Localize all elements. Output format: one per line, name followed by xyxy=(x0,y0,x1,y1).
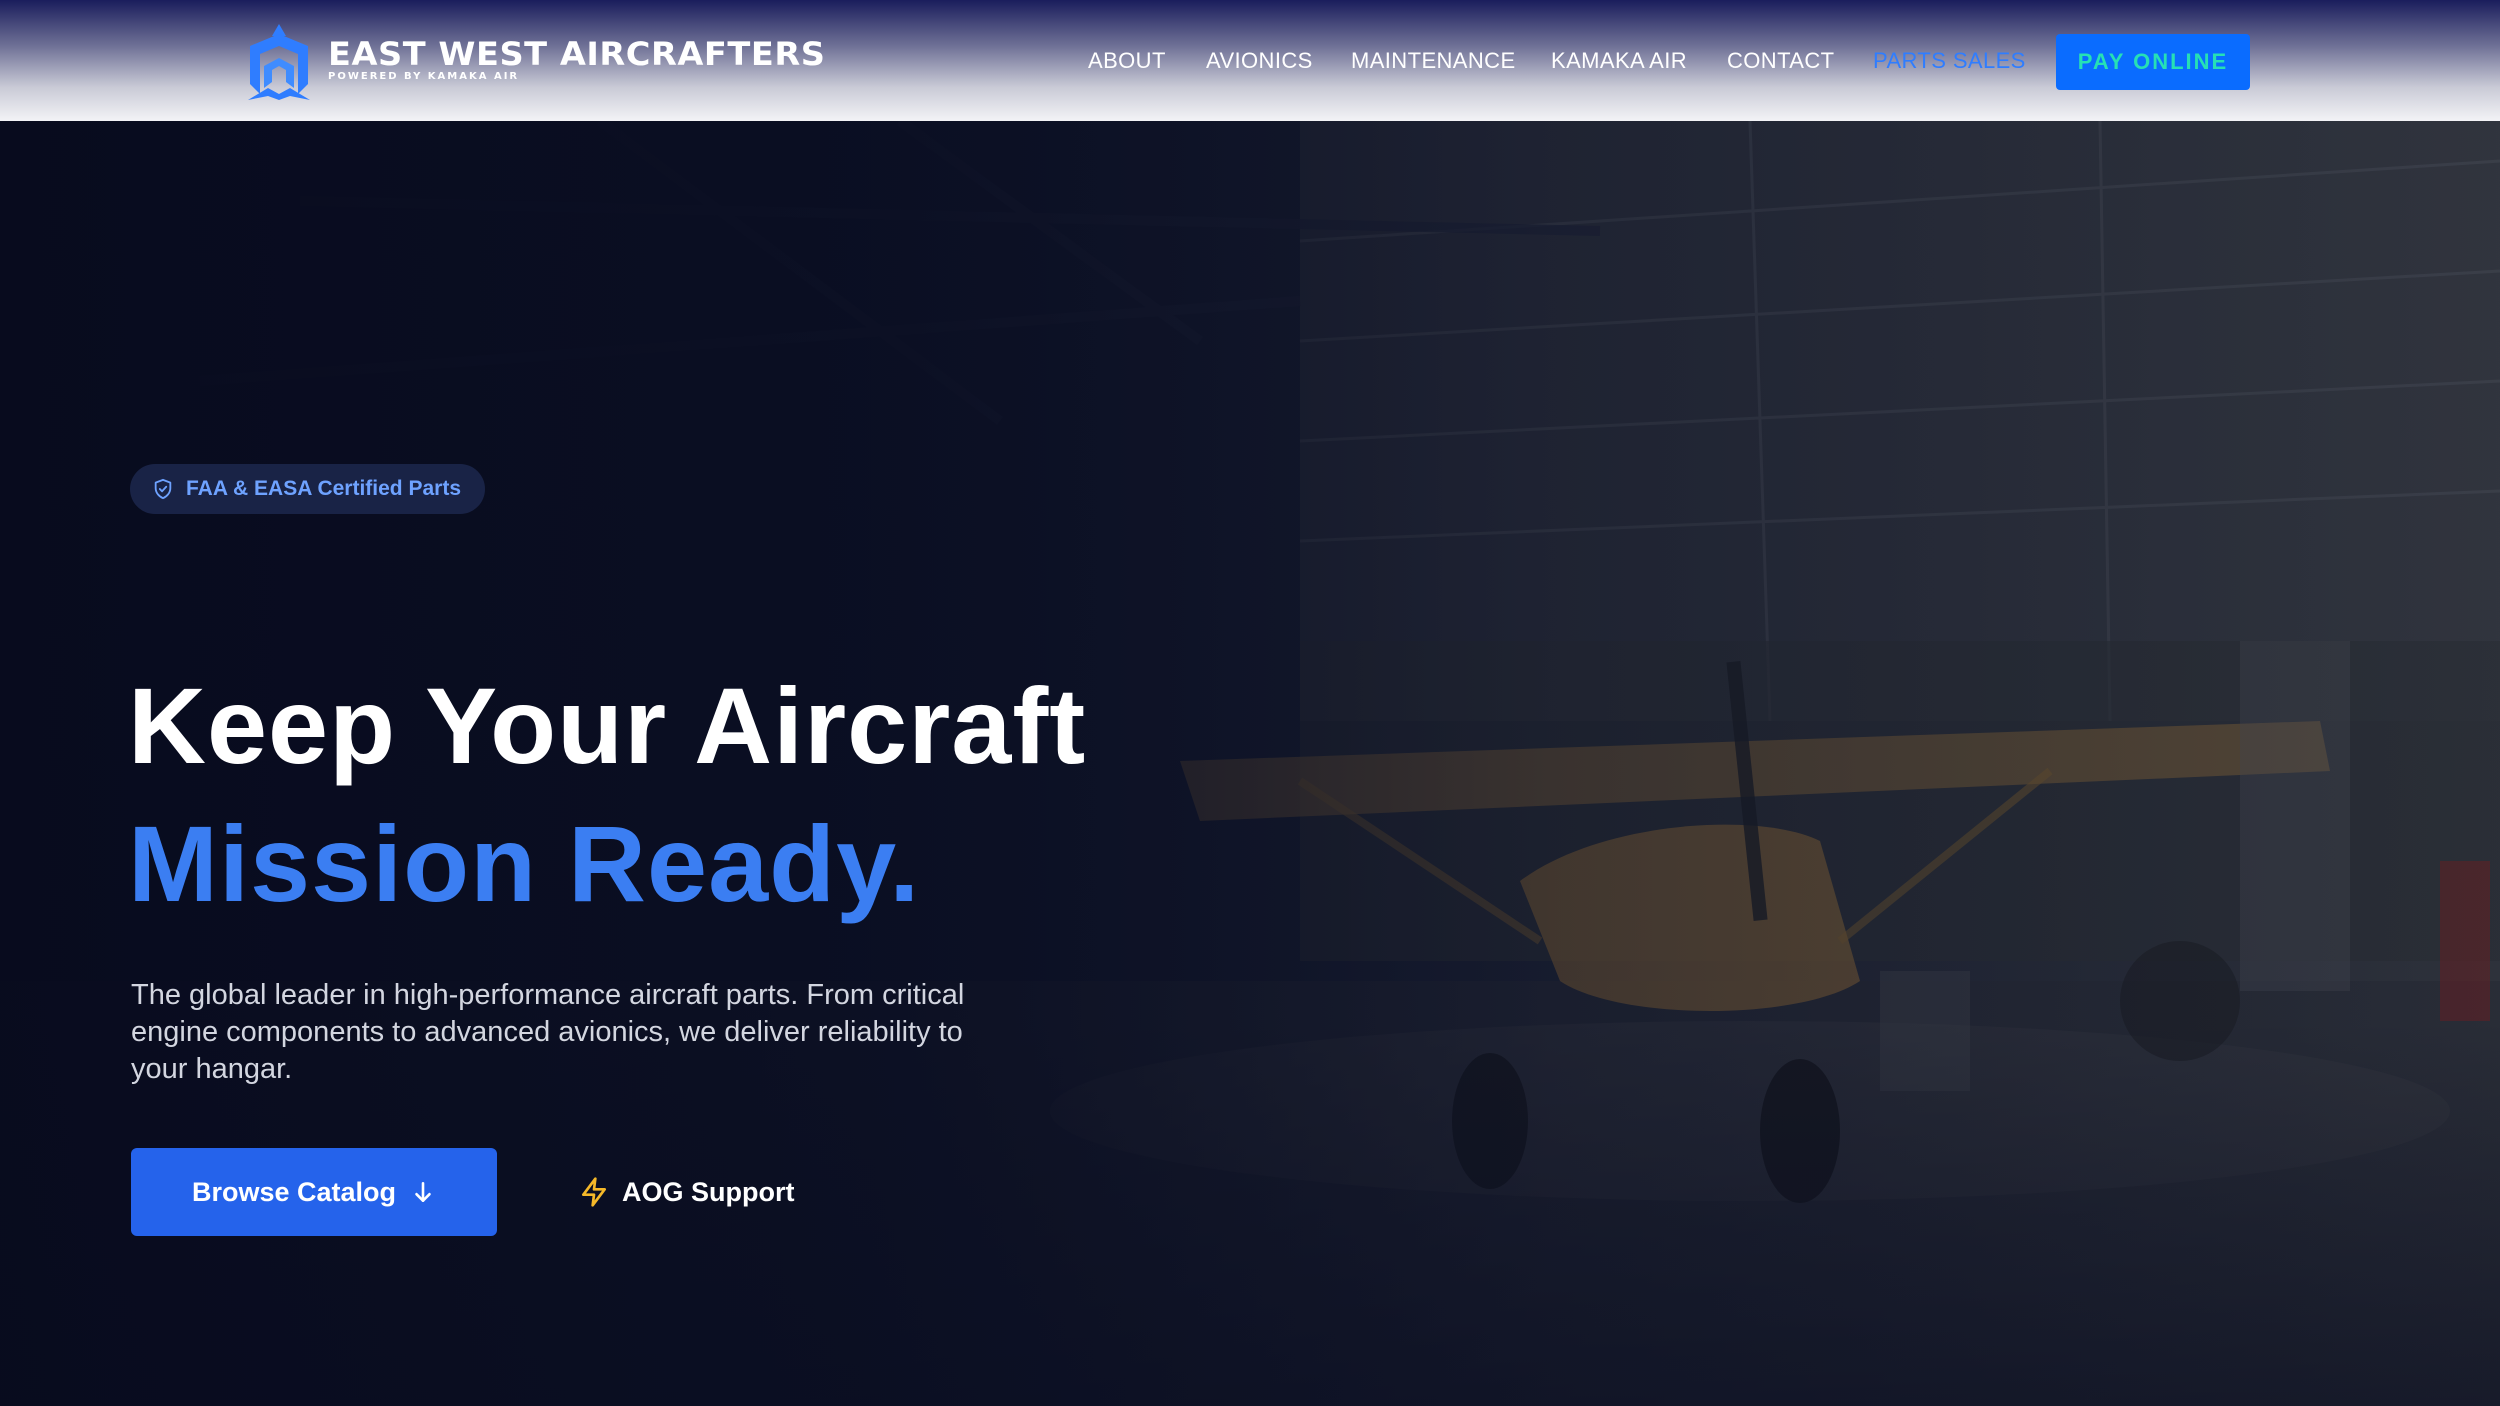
site-header: EAST WEST AIRCRAFTERS POWERED BY KAMAKA … xyxy=(0,0,2500,121)
nav-item-parts-sales[interactable]: PARTS SALES xyxy=(1873,48,2026,74)
browse-catalog-label: Browse Catalog xyxy=(191,1176,397,1207)
badge-text: FAA & EASA Certified Parts xyxy=(186,477,461,500)
nav-item-kamaka-air[interactable]: KAMAKA AIR xyxy=(1551,48,1687,74)
headline-line-1: Keep Your Aircraft xyxy=(128,665,1087,786)
aog-support-label: AOG Support xyxy=(622,1176,795,1207)
lightning-bolt-icon xyxy=(582,1177,606,1207)
aog-support-link[interactable]: AOG Support xyxy=(578,1148,794,1236)
nav-item-avionics[interactable]: AVIONICS xyxy=(1206,48,1313,74)
nav-item-maintenance[interactable]: MAINTENANCE xyxy=(1351,48,1516,74)
hero-section: FAA & EASA Certified Parts Keep Your Air… xyxy=(0,121,2500,1406)
browse-catalog-button[interactable]: Browse Catalog xyxy=(131,1148,497,1236)
hero-description: The global leader in high-performance ai… xyxy=(131,979,965,1085)
nav-item-contact[interactable]: CONTACT xyxy=(1727,48,1835,74)
pay-online-button[interactable]: PAY ONLINE xyxy=(2056,34,2250,90)
nav-item-about[interactable]: ABOUT xyxy=(1088,48,1166,74)
shield-check-icon xyxy=(154,478,172,500)
certification-badge: FAA & EASA Certified Parts xyxy=(130,464,485,514)
arrow-down-icon xyxy=(415,1182,431,1202)
headline-line-2: Mission Ready. xyxy=(128,803,921,924)
